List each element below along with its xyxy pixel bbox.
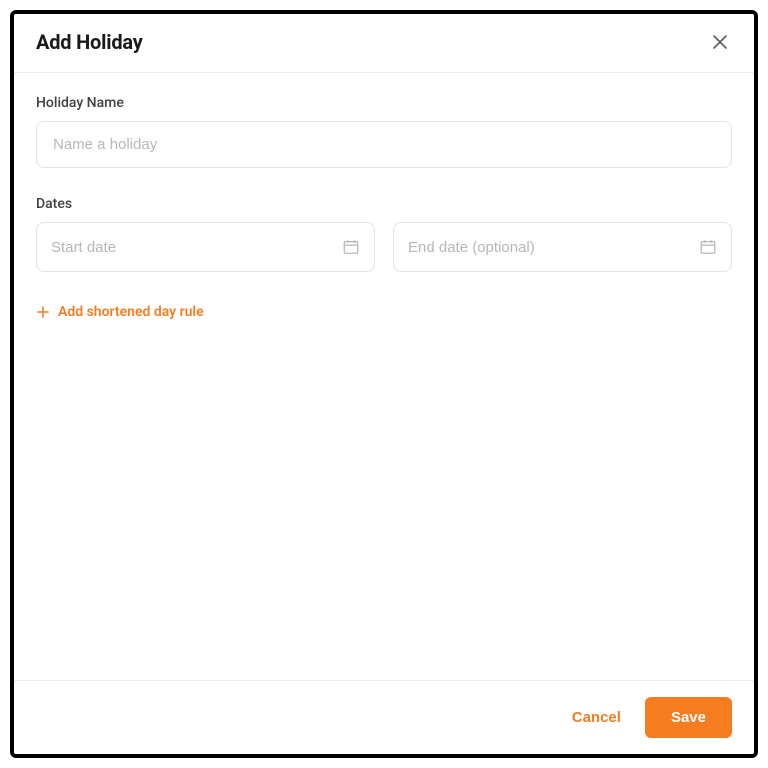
dates-label: Dates (36, 196, 732, 212)
modal-title: Add Holiday (36, 30, 143, 54)
close-icon (711, 33, 729, 51)
calendar-icon (342, 238, 360, 256)
holiday-name-input[interactable] (36, 121, 732, 168)
modal-footer: Cancel Save (14, 680, 754, 754)
modal-header: Add Holiday (14, 14, 754, 73)
end-date-field[interactable] (393, 222, 732, 272)
dates-row (36, 222, 732, 272)
cancel-button[interactable]: Cancel (566, 699, 627, 736)
add-rule-label: Add shortened day rule (58, 304, 204, 320)
close-button[interactable] (708, 30, 732, 54)
plus-icon (36, 305, 50, 319)
save-button[interactable]: Save (645, 697, 732, 738)
end-date-input[interactable] (408, 239, 691, 256)
holiday-name-label: Holiday Name (36, 95, 732, 111)
start-date-field[interactable] (36, 222, 375, 272)
start-date-input[interactable] (51, 239, 334, 256)
modal-body: Holiday Name Dates (14, 73, 754, 680)
holiday-name-section: Holiday Name (36, 95, 732, 168)
dates-section: Dates (36, 196, 732, 272)
add-shortened-day-rule-link[interactable]: Add shortened day rule (36, 304, 204, 320)
add-holiday-modal: Add Holiday Holiday Name Dates (10, 10, 758, 758)
calendar-icon (699, 238, 717, 256)
